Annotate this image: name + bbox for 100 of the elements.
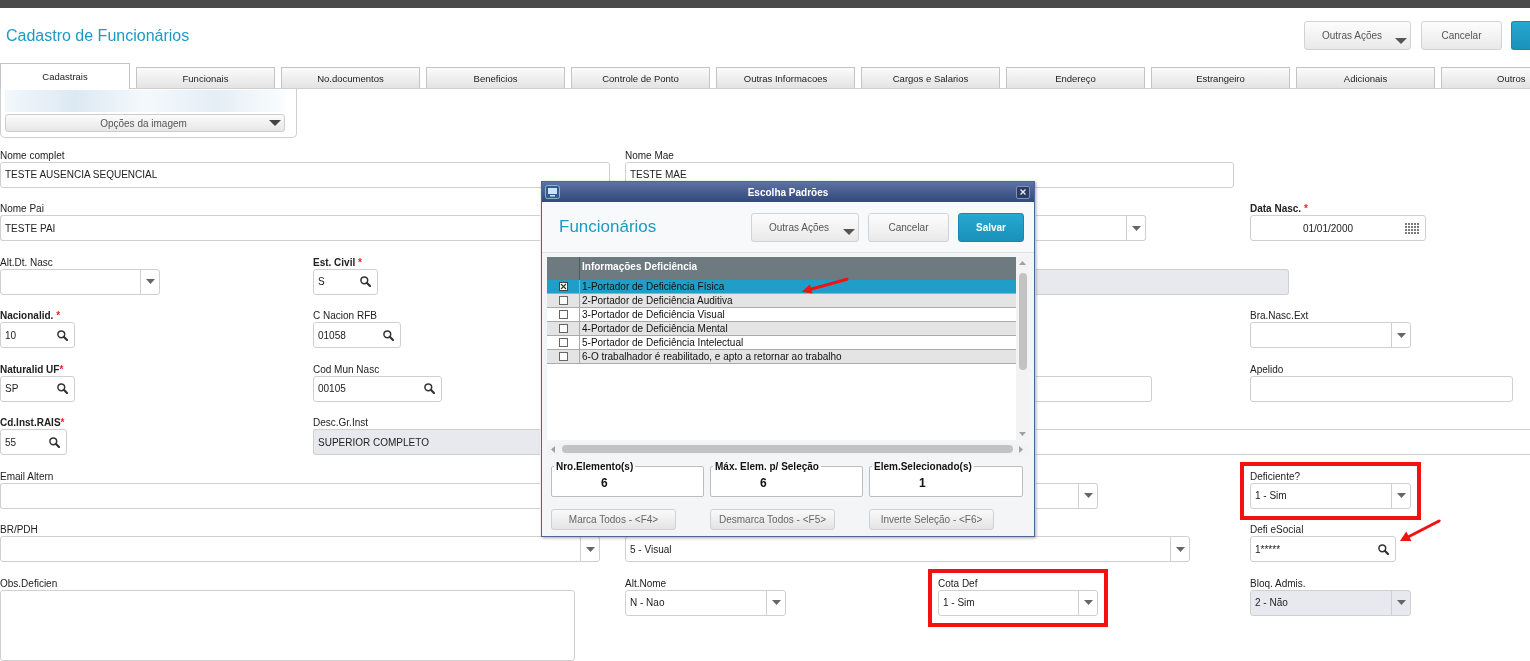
list-row[interactable]: 2-Portador de Deficiência Auditiva xyxy=(547,294,1016,308)
tab[interactable]: Beneficios xyxy=(426,67,565,88)
tab[interactable]: Cargos e Salarios xyxy=(861,67,1000,88)
search-icon xyxy=(1378,543,1389,555)
field-label: Email Altern xyxy=(0,469,54,483)
scroll-up-icon[interactable] xyxy=(1019,261,1026,265)
checkbox[interactable] xyxy=(558,324,568,333)
primary-button[interactable] xyxy=(1511,21,1530,50)
dropdown-field[interactable] xyxy=(0,268,160,295)
lookup-field[interactable]: 1***** xyxy=(1250,536,1396,562)
caret-icon xyxy=(1175,546,1185,552)
date-field[interactable]: 01/01/2000 xyxy=(1250,215,1426,241)
list-row[interactable]: 1-Portador de Deficiência Física xyxy=(547,280,1016,294)
search-icon xyxy=(360,276,371,287)
list-row[interactable]: 4-Portador de Deficiência Mental xyxy=(547,322,1016,336)
scrollbar-thumb[interactable] xyxy=(1018,273,1027,370)
dropdown-field[interactable]: 1 - Sim xyxy=(1250,482,1411,509)
field-label: Cota Def xyxy=(938,576,978,590)
lookup-field[interactable]: 55 xyxy=(0,429,67,455)
scrollbar-thumb[interactable] xyxy=(562,445,1013,453)
counter-label: Máx. Elem. p/ Seleção xyxy=(714,461,820,472)
list-row[interactable]: 6-O trabalhador é reabilitado, e apto a retornar ao trabalho xyxy=(547,350,1016,364)
field-label: Deficiente? xyxy=(1250,469,1301,483)
field-label: C Nacion RFB xyxy=(313,309,377,322)
tab[interactable]: Outros xyxy=(1441,67,1530,88)
field-label: Est. Civil * xyxy=(313,255,362,269)
checkbox[interactable] xyxy=(558,338,568,347)
scroll-left-icon[interactable] xyxy=(551,445,555,453)
input-field[interactable] xyxy=(0,482,540,509)
list-row[interactable]: 3-Portador de Deficiência Visual xyxy=(547,308,1016,322)
dropdown-field[interactable]: N - Nao xyxy=(625,589,786,616)
tab[interactable]: Adicionais xyxy=(1296,67,1435,88)
dropdown-field[interactable] xyxy=(1250,322,1411,348)
input-field[interactable] xyxy=(1036,429,1530,455)
checkbox[interactable] xyxy=(558,296,568,305)
image-options-button[interactable]: Opções da imagem xyxy=(5,114,285,132)
dropdown-field[interactable] xyxy=(1036,482,1098,509)
dropdown-field[interactable]: 5 - Visual xyxy=(625,536,1190,562)
action-button[interactable]: Inverte Seleção - <F6> xyxy=(869,509,994,530)
lookup-field[interactable]: SP xyxy=(0,375,75,402)
counter-value: 6 xyxy=(760,476,767,490)
field-label: Nome Pai xyxy=(0,202,44,215)
lookup-field[interactable]: S xyxy=(313,268,378,295)
tab[interactable]: Funcionais xyxy=(136,67,275,88)
cancel-button[interactable]: Cancelar xyxy=(1421,21,1502,50)
counter-label: Nro.Elemento(s) xyxy=(555,461,635,472)
search-icon xyxy=(424,383,435,394)
caret-icon xyxy=(843,229,855,235)
checkbox[interactable] xyxy=(558,282,568,291)
page-title: Cadastro de Funcionários xyxy=(6,26,190,45)
list-cell-text: 5-Portador de Deficiência Intelectual xyxy=(581,336,744,349)
list-row[interactable]: 5-Portador de Deficiência Intelectual xyxy=(547,336,1016,350)
checkbox[interactable] xyxy=(558,352,568,361)
checkbox[interactable] xyxy=(558,310,568,319)
lookup-field[interactable]: 10 xyxy=(0,322,75,348)
field-label: Naturalid UF* xyxy=(0,362,64,376)
field-label: Data Nasc. * xyxy=(1250,202,1308,215)
calendar-icon xyxy=(1405,222,1419,234)
cancel-button[interactable]: Cancelar xyxy=(868,212,949,242)
search-icon xyxy=(57,383,68,394)
field-label: Alt.Nome xyxy=(625,576,667,590)
action-button[interactable]: Marca Todos - <F4> xyxy=(551,509,676,530)
scroll-right-icon[interactable] xyxy=(1019,445,1023,453)
lookup-field[interactable]: 00105 xyxy=(313,375,442,402)
field-label: Cod Mun Nasc xyxy=(313,362,380,376)
text-area[interactable] xyxy=(0,589,575,661)
actions-menu-button[interactable]: Outras Ações xyxy=(1304,21,1411,50)
tab[interactable]: No.documentos xyxy=(281,67,420,88)
dropdown-field[interactable]: 1 - Sim xyxy=(938,589,1098,616)
tab[interactable]: Outras Informacoes xyxy=(716,67,855,88)
close-button[interactable] xyxy=(1016,185,1030,199)
caret-icon xyxy=(1083,493,1093,498)
caret-icon xyxy=(1396,600,1406,605)
caret-icon xyxy=(145,279,155,284)
field-label: Nome complet xyxy=(0,148,65,162)
list-cell-text: 3-Portador de Deficiência Visual xyxy=(581,308,725,321)
actions-menu-button[interactable]: Outras Ações xyxy=(751,212,859,242)
dropdown-field[interactable] xyxy=(1036,215,1146,241)
close-icon xyxy=(1020,189,1026,195)
tab[interactable]: Cadastrais xyxy=(0,63,130,89)
tab[interactable]: Controle de Ponto xyxy=(571,67,710,88)
action-button[interactable]: Desmarca Todos - <F5> xyxy=(710,509,835,530)
horizontal-scrollbar[interactable] xyxy=(547,443,1029,455)
list-cell-text: 1-Portador de Deficiência Física xyxy=(581,280,725,293)
dropdown-field[interactable] xyxy=(0,536,600,562)
tab[interactable]: Endereço xyxy=(1006,67,1145,88)
dialog-title: Escolha Padrões xyxy=(747,186,829,198)
field-label: BR/PDH xyxy=(0,523,38,536)
scroll-down-icon[interactable] xyxy=(1019,432,1026,436)
input-field[interactable]: TESTE AUSENCIA SEQUENCIAL xyxy=(0,161,610,188)
counter-value: 6 xyxy=(601,476,608,490)
tab[interactable]: Estrangeiro xyxy=(1151,67,1290,88)
field-label: Cd.Inst.RAIS* xyxy=(0,416,65,429)
input-field[interactable]: TESTE PAI xyxy=(0,215,540,241)
caret-icon xyxy=(771,600,781,605)
lookup-field[interactable]: 01058 xyxy=(313,322,401,348)
input-field[interactable] xyxy=(1250,375,1513,402)
input-field[interactable] xyxy=(1036,375,1152,402)
vertical-scrollbar[interactable] xyxy=(1016,257,1029,440)
field-label: Nome Mae xyxy=(625,148,674,162)
